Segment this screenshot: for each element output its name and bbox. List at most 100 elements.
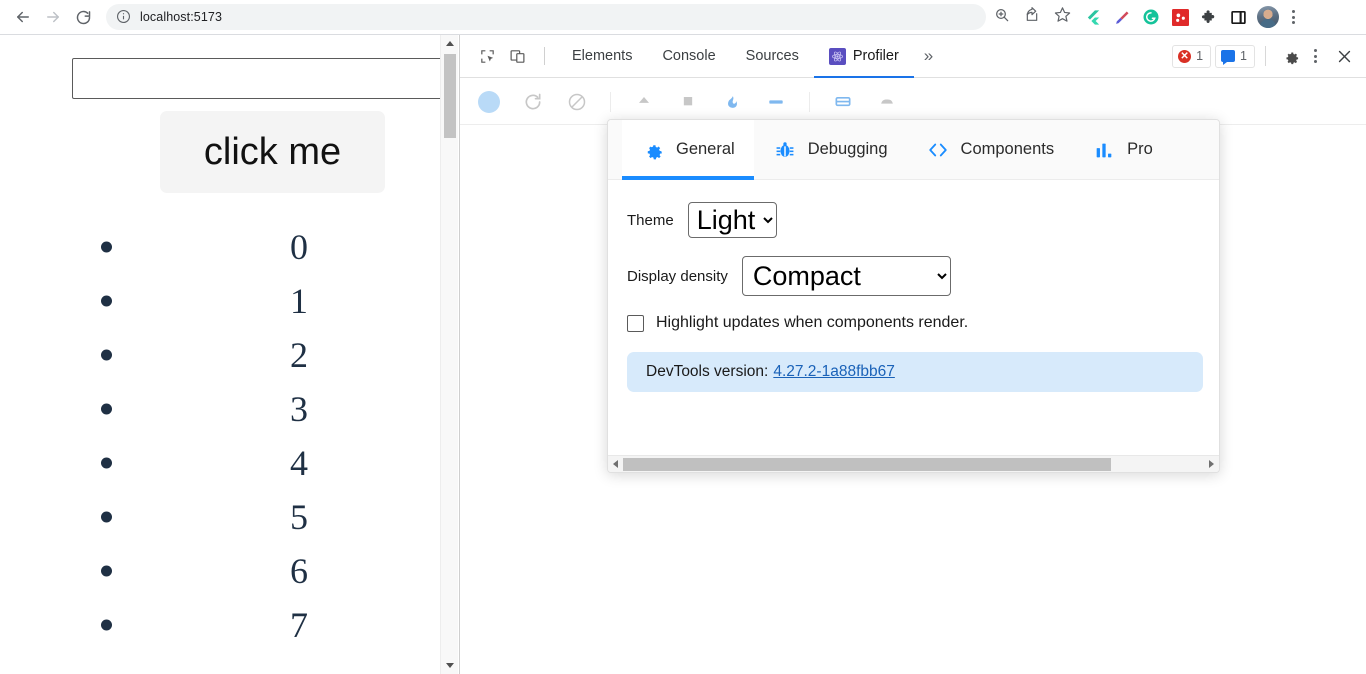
list-item: 5 xyxy=(0,490,440,544)
bug-icon xyxy=(773,138,797,162)
text-input[interactable] xyxy=(72,58,458,99)
back-icon[interactable] xyxy=(8,2,38,32)
load-profile-icon[interactable] xyxy=(633,91,655,113)
version-label: DevTools version: xyxy=(646,363,769,380)
tab-profiler[interactable]: Profiler xyxy=(813,35,914,78)
density-select[interactable]: Compact xyxy=(741,256,951,296)
highlight-updates-row: Highlight updates when components render… xyxy=(627,314,1219,332)
highlight-updates-checkbox[interactable] xyxy=(627,314,644,332)
settings-tab-general[interactable]: General xyxy=(622,120,754,180)
bullet-icon xyxy=(101,349,112,361)
tab-elements[interactable]: Elements xyxy=(557,35,647,78)
puzzle-icon[interactable] xyxy=(1199,7,1219,27)
react-logo-icon xyxy=(828,47,846,65)
hscroll-thumb[interactable] xyxy=(623,457,1112,471)
record-circle-icon[interactable] xyxy=(478,90,500,113)
bullet-icon xyxy=(101,241,112,253)
devtools-menu-icon[interactable] xyxy=(1310,49,1325,63)
tab-label: Console xyxy=(662,48,716,64)
toolbar-separator xyxy=(544,47,545,65)
profile-avatar[interactable] xyxy=(1257,6,1279,28)
chevron-double-right-icon[interactable]: » xyxy=(914,46,943,66)
message-badge-icon xyxy=(1221,50,1236,65)
click-me-button[interactable]: click me xyxy=(160,111,385,193)
devtools-panel: Elements Console Sources Profiler » ✕ 1 … xyxy=(459,35,1366,674)
list-item-value: 0 xyxy=(290,227,308,267)
list-item: 3 xyxy=(0,382,440,436)
device-toolbar-icon[interactable] xyxy=(502,41,532,71)
save-profile-icon[interactable] xyxy=(677,91,699,113)
theme-select[interactable]: Light xyxy=(687,202,777,238)
forward-icon[interactable] xyxy=(38,2,68,32)
scroll-right-arrow-icon[interactable] xyxy=(1204,456,1219,473)
tab-sources[interactable]: Sources xyxy=(731,35,814,78)
message-count: 1 xyxy=(1240,49,1247,63)
list-item-value: 4 xyxy=(290,443,308,483)
inspect-element-icon[interactable] xyxy=(472,41,502,71)
list-item: 4 xyxy=(0,436,440,490)
sidepanel-icon[interactable] xyxy=(1228,7,1248,27)
settings-tab-label: Debugging xyxy=(807,140,888,158)
bullet-icon xyxy=(101,295,112,307)
message-count-badge[interactable]: 1 xyxy=(1215,44,1255,68)
number-list: 0 1 2 3 4 5 6 7 xyxy=(0,220,440,652)
settings-tab-label: General xyxy=(676,140,735,158)
devtools-version-banner: DevTools version: 4.27.2-1a88fbb67 xyxy=(627,352,1203,392)
bullet-icon xyxy=(101,511,112,523)
address-bar[interactable]: localhost:5173 xyxy=(106,4,986,30)
tab-label: Sources xyxy=(745,48,799,64)
kebab-menu-icon[interactable] xyxy=(1288,10,1303,24)
settings-tab-debugging[interactable]: Debugging xyxy=(754,120,907,180)
settings-modal-body: Theme Light Display density Compact High… xyxy=(608,180,1219,472)
bullet-icon xyxy=(101,457,112,469)
scroll-down-arrow-icon[interactable] xyxy=(441,657,459,674)
scrollbar-thumb[interactable] xyxy=(444,54,456,138)
bullet-icon xyxy=(101,565,112,577)
zoom-in-icon[interactable] xyxy=(994,7,1010,28)
list-item-value: 6 xyxy=(290,551,308,591)
error-circle-icon: ✕ xyxy=(1178,49,1192,63)
list-item-value: 1 xyxy=(290,281,308,321)
list-item: 1 xyxy=(0,274,440,328)
star-icon[interactable] xyxy=(1054,6,1071,28)
density-row: Display density Compact xyxy=(627,256,1219,296)
settings-tab-profiler[interactable]: Pro xyxy=(1073,120,1172,180)
redux-icon[interactable] xyxy=(1170,7,1190,27)
timeline-icon[interactable] xyxy=(832,91,854,113)
page-vertical-scrollbar[interactable] xyxy=(440,35,458,674)
settings-gear-icon[interactable] xyxy=(876,91,898,113)
flutter-icon[interactable] xyxy=(1083,7,1103,27)
scroll-left-arrow-icon[interactable] xyxy=(608,456,623,473)
version-link[interactable]: 4.27.2-1a88fbb67 xyxy=(773,363,895,381)
list-item: 0 xyxy=(0,220,440,274)
list-item-value: 2 xyxy=(290,335,308,375)
density-label: Display density xyxy=(627,267,728,285)
profiler-toolbar-separator xyxy=(809,91,810,112)
tab-console[interactable]: Console xyxy=(647,35,730,78)
settings-modal: General Debugging Components Pro Theme L… xyxy=(607,119,1220,473)
clear-profiling-icon[interactable] xyxy=(566,91,588,113)
list-item: 6 xyxy=(0,544,440,598)
bar-chart-icon xyxy=(1092,138,1116,162)
topbar-separator xyxy=(1265,46,1266,66)
settings-tab-components[interactable]: Components xyxy=(907,120,1074,180)
scroll-up-arrow-icon[interactable] xyxy=(441,35,459,52)
flamegraph-icon[interactable] xyxy=(721,91,743,113)
settings-horizontal-scrollbar[interactable] xyxy=(608,455,1219,472)
error-count-badge[interactable]: ✕ 1 xyxy=(1172,44,1212,68)
share-icon[interactable] xyxy=(1024,6,1040,28)
hscroll-track[interactable] xyxy=(623,457,1204,471)
eyedropper-icon[interactable] xyxy=(1112,7,1132,27)
reload-icon[interactable] xyxy=(68,2,98,32)
page-viewport: click me 0 1 2 3 4 5 6 7 xyxy=(0,35,458,674)
devtools-topbar-right: ✕ 1 1 xyxy=(1172,41,1366,71)
close-x-icon[interactable] xyxy=(1329,41,1359,71)
bullet-icon xyxy=(101,619,112,631)
ranked-chart-icon[interactable] xyxy=(765,91,787,113)
grammarly-icon[interactable] xyxy=(1141,7,1161,27)
theme-row: Theme Light xyxy=(627,202,1219,238)
reload-and-profile-icon[interactable] xyxy=(522,91,544,113)
gear-icon xyxy=(641,138,665,162)
gear-icon[interactable] xyxy=(1276,41,1306,71)
screen-root: localhost:5173 click me 0 1 2 3 4 5 6 7 … xyxy=(0,0,1366,674)
